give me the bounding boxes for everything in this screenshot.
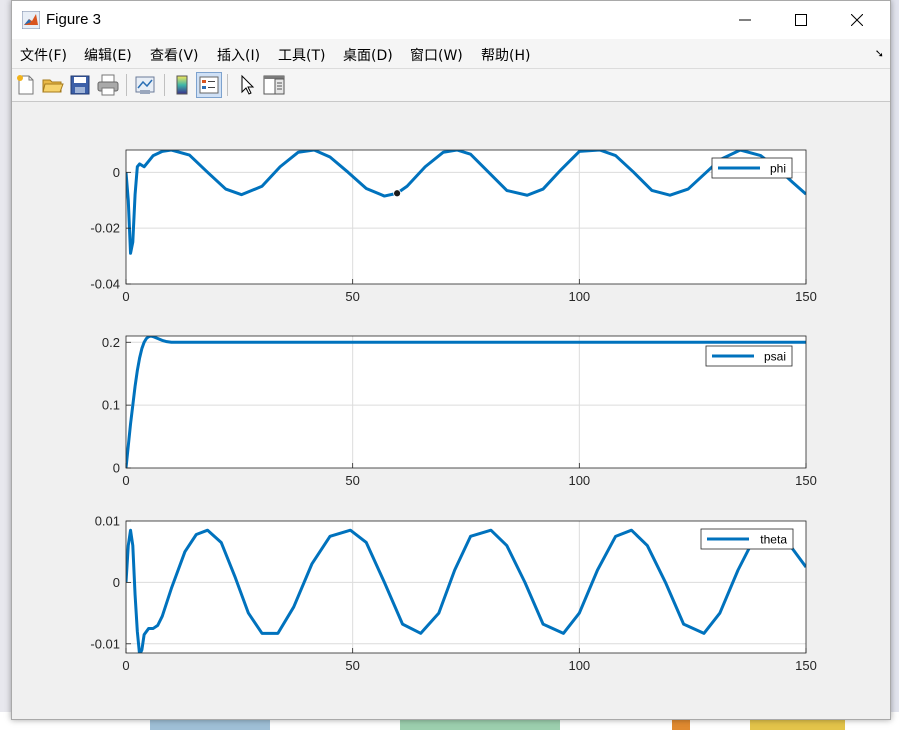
y-tick-label: 0.1	[102, 398, 120, 413]
axes-theta[interactable]: 0 50 100 1500.010-0.01theta	[90, 514, 816, 674]
y-tick-label: 0	[113, 165, 120, 180]
toolbar-separator	[164, 74, 165, 96]
axes-phi[interactable]: 0 50 100 150 0 -0.02 -0.04 phi	[90, 149, 817, 304]
toolbar-separator	[126, 74, 127, 96]
window-title: Figure 3	[46, 11, 102, 28]
menu-window[interactable]: 窗口(W)	[410, 45, 463, 65]
pointer-icon[interactable]	[235, 73, 259, 97]
minimize-button[interactable]	[722, 1, 768, 39]
y-tick-label: -0.04	[90, 277, 120, 292]
axes-background	[126, 336, 806, 468]
y-tick-label: -0.01	[90, 636, 120, 651]
x-tick-label: 50	[345, 473, 359, 488]
close-icon	[851, 14, 863, 26]
x-tick-label: 0	[122, 658, 129, 673]
property-inspector-icon[interactable]	[262, 73, 286, 97]
figure-window: Figure 3 文件(F) 编辑(E) 查看(V) 插入(I) 工具(T) 桌…	[11, 0, 891, 720]
colorbar-icon[interactable]	[170, 73, 194, 97]
legend-label: phi	[770, 162, 786, 176]
legend-psai[interactable]: psai	[705, 345, 793, 367]
toolbar-separator	[227, 74, 228, 96]
x-tick-label: 100	[568, 658, 590, 673]
axes-background	[126, 150, 806, 284]
menu-edit[interactable]: 编辑(E)	[84, 45, 132, 65]
x-tick-label: 150	[795, 658, 817, 673]
title-bar: Figure 3	[12, 1, 890, 39]
x-tick-label: 150	[795, 289, 817, 304]
x-tick-label: 0	[122, 289, 129, 304]
y-tick-label: 0.2	[102, 335, 120, 350]
y-tick-label: 0.01	[95, 514, 120, 529]
menu-bar: 文件(F) 编辑(E) 查看(V) 插入(I) 工具(T) 桌面(D) 窗口(W…	[12, 39, 890, 69]
maximize-button[interactable]	[778, 1, 824, 39]
legend-label: theta	[760, 533, 787, 547]
menu-view[interactable]: 查看(V)	[150, 45, 199, 65]
menu-desktop[interactable]: 桌面(D)	[343, 45, 393, 65]
new-figure-icon[interactable]	[14, 73, 38, 97]
legend-label: psai	[764, 350, 786, 364]
axes-psai[interactable]: 0 50 100 150 0 0.1 0.2 psai	[102, 335, 817, 488]
x-tick-label: 50	[345, 289, 359, 304]
print-icon[interactable]	[96, 73, 120, 97]
link-plot-icon[interactable]	[133, 73, 157, 97]
x-tick-label: 100	[568, 473, 590, 488]
maximize-icon	[795, 14, 807, 26]
x-tick-label: 150	[795, 473, 817, 488]
y-tick-label: -0.02	[90, 221, 120, 236]
x-tick-label: 0	[122, 473, 129, 488]
menu-insert[interactable]: 插入(I)	[217, 45, 260, 65]
open-file-icon[interactable]	[41, 73, 65, 97]
x-tick-label: 100	[568, 289, 590, 304]
menu-file[interactable]: 文件(F)	[20, 45, 67, 65]
menu-help[interactable]: 帮助(H)	[481, 45, 530, 65]
y-tick-label: 0	[113, 575, 120, 590]
legend-icon[interactable]	[196, 72, 222, 98]
figure-canvas: 0 50 100 150 0 -0.02 -0.04 phi 0 50 100 150 0 0.1 0.2 p…	[12, 102, 890, 719]
menu-tools[interactable]: 工具(T)	[278, 45, 325, 65]
y-tick-label: 0	[113, 461, 120, 476]
data-tip-marker[interactable]	[393, 189, 401, 198]
legend-theta[interactable]: theta	[700, 528, 794, 550]
dock-arrow-icon[interactable]: ➘	[875, 47, 884, 60]
toolbar	[12, 69, 890, 102]
close-button[interactable]	[834, 1, 880, 39]
minimize-icon	[739, 19, 751, 21]
legend-phi[interactable]: phi	[711, 157, 793, 179]
matlab-icon	[22, 11, 40, 29]
save-icon[interactable]	[68, 73, 92, 97]
x-tick-label: 50	[345, 658, 359, 673]
